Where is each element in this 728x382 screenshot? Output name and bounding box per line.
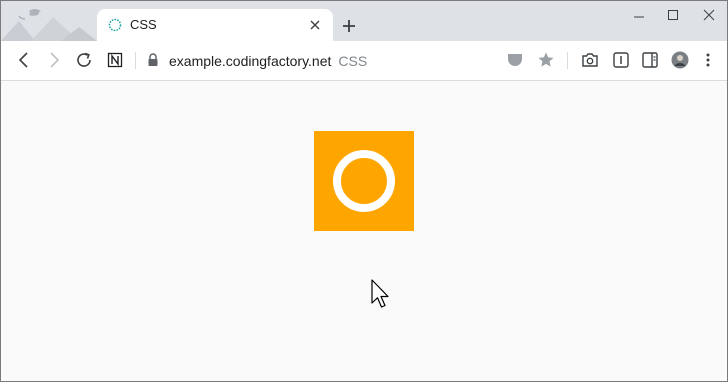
url-page-title: CSS bbox=[338, 53, 368, 69]
notion-extension-button[interactable] bbox=[104, 49, 126, 71]
back-arrow-icon bbox=[18, 52, 28, 68]
orange-box bbox=[314, 131, 414, 231]
profile-button[interactable] bbox=[669, 49, 691, 71]
forward-button[interactable] bbox=[43, 49, 65, 71]
theme-decoration bbox=[1, 9, 97, 41]
url-host: example.codingfactory.net bbox=[169, 53, 332, 69]
new-tab-button[interactable] bbox=[339, 16, 359, 36]
toolbar-divider bbox=[567, 52, 568, 69]
bookmark-button[interactable] bbox=[535, 49, 557, 71]
mouse-cursor-icon bbox=[371, 279, 389, 308]
maximize-icon bbox=[668, 10, 678, 20]
toolbar-divider bbox=[135, 52, 136, 69]
minimize-icon bbox=[634, 16, 644, 18]
back-button[interactable] bbox=[13, 49, 35, 71]
white-ring bbox=[333, 150, 395, 212]
more-vert-icon bbox=[706, 53, 710, 67]
side-panel-icon bbox=[642, 52, 658, 68]
tab-close-icon[interactable] bbox=[307, 17, 323, 33]
reload-icon bbox=[77, 52, 91, 67]
forward-arrow-icon bbox=[50, 52, 60, 68]
plus-icon bbox=[343, 20, 355, 32]
toolbar: example.codingfactory.net CSS bbox=[1, 41, 727, 81]
menu-button[interactable] bbox=[697, 49, 719, 71]
tab-css[interactable]: CSS bbox=[97, 9, 333, 41]
loading-spinner-icon bbox=[108, 18, 122, 32]
page-content bbox=[1, 81, 727, 381]
pocket-icon bbox=[508, 54, 522, 66]
avatar bbox=[671, 51, 689, 69]
address-bar[interactable]: example.codingfactory.net CSS bbox=[169, 53, 367, 69]
maximize-button[interactable] bbox=[655, 1, 691, 29]
reader-button[interactable] bbox=[610, 49, 632, 71]
minimize-button[interactable] bbox=[621, 1, 657, 29]
star-icon bbox=[538, 52, 554, 67]
tab-strip: CSS bbox=[1, 1, 727, 41]
reload-button[interactable] bbox=[73, 49, 95, 71]
close-window-button[interactable] bbox=[691, 1, 727, 29]
notion-icon bbox=[107, 52, 123, 68]
side-panel-button[interactable] bbox=[639, 49, 661, 71]
close-icon bbox=[703, 9, 715, 21]
pocket-button[interactable] bbox=[504, 49, 526, 71]
camera-icon bbox=[582, 53, 598, 67]
lock-icon[interactable] bbox=[147, 53, 159, 67]
screenshot-button[interactable] bbox=[579, 49, 601, 71]
text-cursor-icon bbox=[613, 52, 629, 68]
browser-window: CSS example.codingfactory.net CSS bbox=[0, 0, 728, 382]
tab-title: CSS bbox=[130, 17, 157, 32]
